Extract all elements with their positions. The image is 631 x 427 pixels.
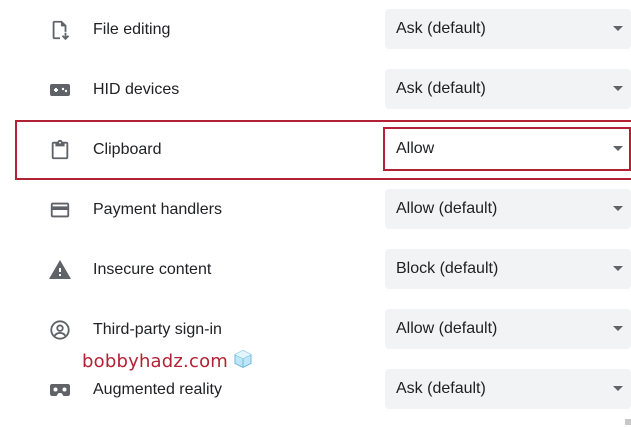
- dropdown-arrow-icon: [613, 26, 623, 31]
- select-value: Allow: [396, 140, 435, 157]
- dropdown-arrow-icon: [613, 386, 623, 391]
- scrollbar-thumb[interactable]: [625, 419, 631, 425]
- select-value: Allow (default): [396, 320, 498, 337]
- hid-devices-icon: [47, 77, 73, 103]
- setting-label: HID devices: [93, 81, 180, 98]
- setting-label: File editing: [93, 21, 171, 38]
- clipboard-select[interactable]: Allow: [385, 129, 631, 169]
- dropdown-arrow-icon: [613, 266, 623, 271]
- setting-label: Payment handlers: [93, 201, 222, 218]
- setting-row-insecure-content: Insecure content Block (default): [0, 240, 631, 300]
- vr-headset-icon: [47, 377, 73, 403]
- augmented-reality-select[interactable]: Ask (default): [385, 369, 631, 409]
- select-value: Ask (default): [396, 380, 486, 397]
- hid-devices-select[interactable]: Ask (default): [385, 69, 631, 109]
- setting-label: Clipboard: [93, 141, 162, 158]
- account-circle-icon: [47, 317, 73, 343]
- dropdown-arrow-icon: [613, 206, 623, 211]
- setting-row-file-editing: File editing Ask (default): [0, 0, 631, 60]
- select-value: Ask (default): [396, 80, 486, 97]
- dropdown-arrow-icon: [613, 146, 623, 151]
- credit-card-icon: [47, 197, 73, 223]
- payment-handlers-select[interactable]: Allow (default): [385, 189, 631, 229]
- select-value: Ask (default): [396, 20, 486, 37]
- setting-row-clipboard: Clipboard Allow: [0, 120, 631, 180]
- watermark-text: bobbyhadz.com: [82, 350, 229, 372]
- dropdown-arrow-icon: [613, 326, 623, 331]
- file-editing-select[interactable]: Ask (default): [385, 9, 631, 49]
- setting-row-hid-devices: HID devices Ask (default): [0, 60, 631, 120]
- third-party-sign-in-select[interactable]: Allow (default): [385, 309, 631, 349]
- watermark: bobbyhadz.com: [82, 349, 253, 373]
- warning-icon: [47, 257, 73, 283]
- clipboard-icon: [47, 137, 73, 163]
- dropdown-arrow-icon: [613, 86, 623, 91]
- select-value: Block (default): [396, 260, 499, 277]
- file-editing-icon: [47, 17, 73, 43]
- setting-label: Insecure content: [93, 261, 212, 278]
- ice-cube-icon: [233, 349, 253, 374]
- setting-row-payment-handlers: Payment handlers Allow (default): [0, 180, 631, 240]
- select-value: Allow (default): [396, 200, 498, 217]
- insecure-content-select[interactable]: Block (default): [385, 249, 631, 289]
